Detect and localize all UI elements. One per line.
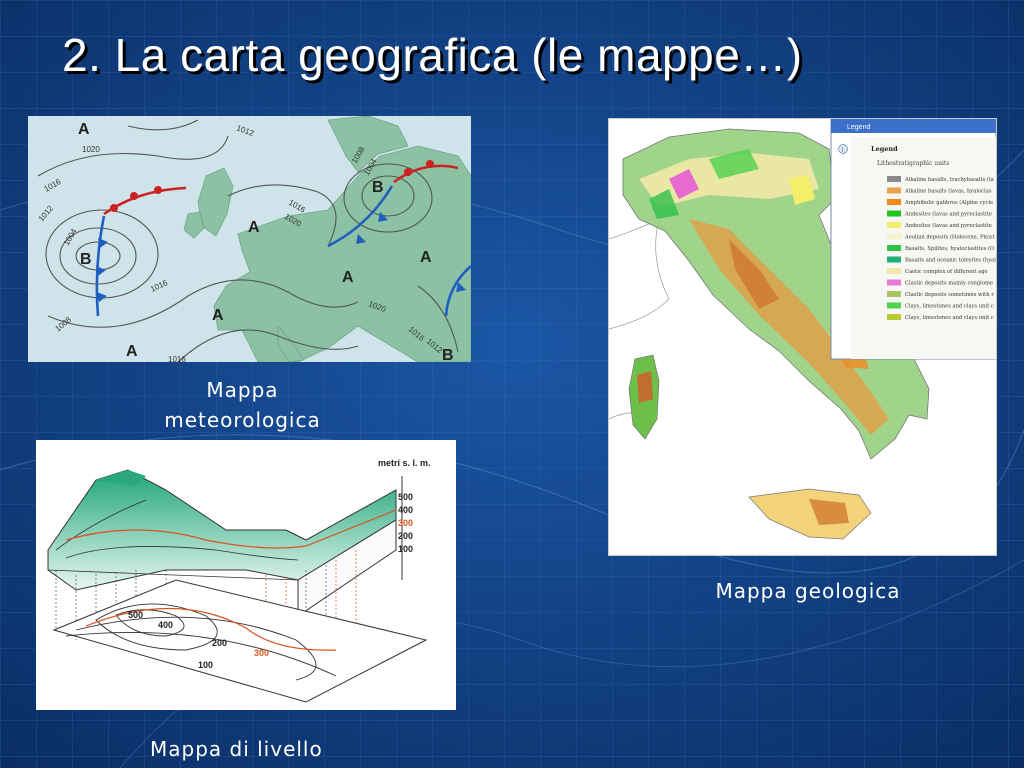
legend-label: Clastic deposits sometimes with r [905,292,994,298]
scale-label: 500 [398,492,413,502]
legend-swatch [887,256,901,263]
contour-map-caption: Mappa di livello [150,737,323,761]
legend-label: Alkaline basalts, trachybasalts (la [904,176,994,183]
contour-label: 200 [212,638,227,648]
legend-swatch [887,176,901,182]
pressure-label-high: A [126,343,138,360]
legend-window-title: Legend [847,124,870,131]
legend-title: Legend [871,145,898,153]
legend-label: Caotic complex of different age [905,269,988,275]
legend-swatch [887,302,901,309]
legend-label: Clays, limestones and clays unit c [905,315,994,321]
contour-label: 100 [198,660,213,670]
legend-label: Basalts, Spilites, hyaloclastites (O [905,245,994,252]
pressure-label-high: A [420,249,432,266]
geologic-map-caption: Mappa geologica [715,579,901,603]
legend-swatch [887,314,901,320]
legend-swatch [887,291,901,297]
scale-label: 200 [398,531,413,541]
legend-window[interactable]: Legend i Legend Lithostratigraphic units… [830,119,996,360]
pressure-label-high: A [212,307,224,324]
pressure-label-high: A [342,269,354,286]
legend-swatch [887,187,901,194]
isobar-label: 1020 [82,145,100,154]
scale-label: 400 [398,505,413,515]
pressure-label-high: A [248,219,260,236]
legend-label: Aeolian deposits (Holocene, Pleist [904,234,996,241]
legend-swatch [887,222,901,228]
legend-label: Clastic deposits mainly conglome [905,281,993,287]
contour-label: 400 [158,620,173,630]
scale-label-highlight: 300 [398,518,413,528]
weather-map-caption: Mappa meteorologica [150,375,335,435]
pressure-label-low: B [442,347,454,362]
caption-line: Mappa [206,378,279,402]
pressure-label-high: A [78,121,90,138]
legend-label: Andesites (lavas and pyroclastite [904,211,992,218]
legend-swatch [887,268,901,274]
legend-swatch [887,279,901,286]
slide-title: 2. La carta geografica (le mappe…) [62,29,803,81]
legend-swatch [887,210,901,217]
geologic-map-image: Legend i Legend Lithostratigraphic units… [608,118,997,556]
legend-subtitle: Lithostratigraphic units [877,160,949,167]
isobar-label: 1016 [168,355,186,362]
legend-label: Clays, limestones and clays unit c [905,304,994,310]
legend-label: Amphibolic gabbros (Alpine cycle [904,199,993,206]
weather-map-image: A B A A B A A A B A 1012 1020 1016 1012 … [28,116,471,362]
contour-map-image: metri s. l. m. 500 400 300 200 100 500 4… [36,440,456,710]
pressure-label-low: B [372,179,384,196]
legend-swatch [887,245,901,251]
contour-label-highlight: 300 [254,648,269,658]
pressure-label-low: B [80,251,92,268]
contour-label: 500 [128,610,143,620]
legend-swatch [887,233,901,240]
legend-swatch [887,199,901,205]
scale-label: 100 [398,544,413,554]
elevation-axis-title: metri s. l. m. [378,458,431,468]
caption-line: meteorologica [164,408,321,432]
legend-label: Andesites (lavas and pyroclastite [904,222,992,229]
legend-label: Basalts and oceanic toleyites (hyal [905,257,996,264]
legend-label: Alkaline basalts (lavas, hyaloclas [904,188,992,195]
